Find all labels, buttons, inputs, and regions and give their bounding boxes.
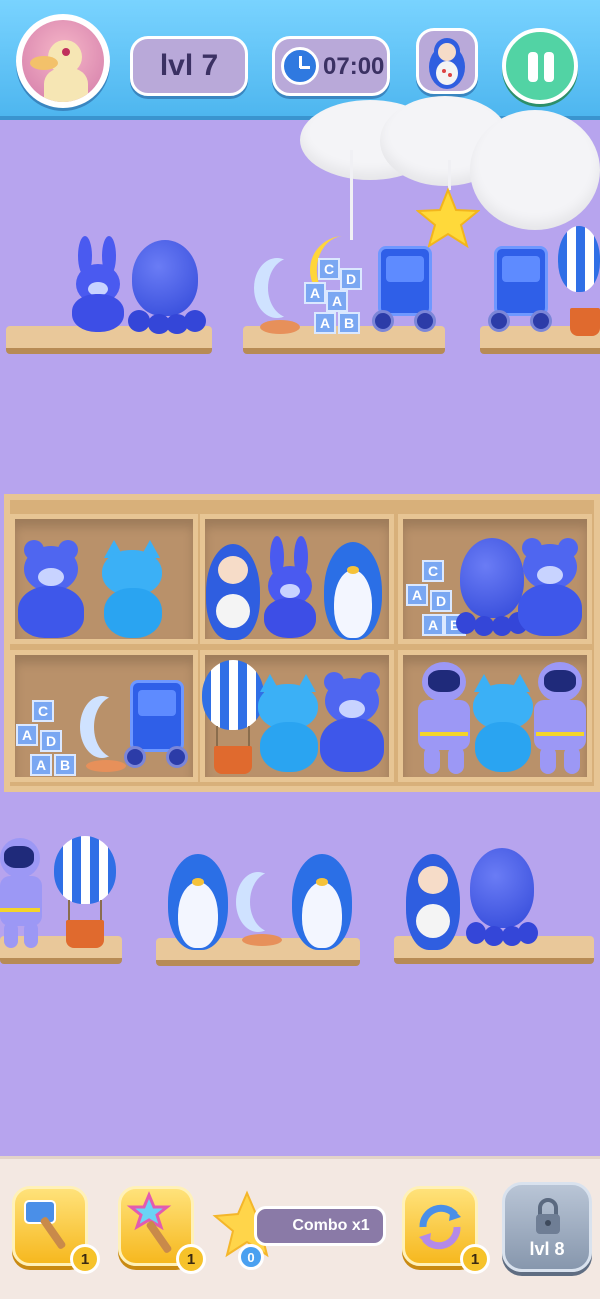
hanging-star-decoration [416, 187, 480, 249]
bunny-toy[interactable] [70, 236, 126, 332]
letter-blocks-toy[interactable]: C A D A B [16, 700, 80, 780]
duck-avatar-icon [22, 20, 104, 102]
toy-cart[interactable] [124, 680, 190, 774]
locked-level-label: lvl 8 [529, 1239, 565, 1259]
matryoshka-doll-toy[interactable] [406, 854, 460, 950]
combo-label: Combo x1 [292, 1217, 370, 1234]
lock-icon [536, 1198, 560, 1234]
astronaut-toy[interactable] [530, 662, 590, 774]
wand-count-badge: 1 [176, 1244, 206, 1274]
hot-air-balloon-toy[interactable] [558, 226, 600, 338]
toy-cart[interactable] [488, 246, 554, 338]
shuffle-count-badge: 1 [460, 1244, 490, 1274]
matryoshka-doll-icon [429, 38, 465, 89]
clock-icon [281, 47, 319, 85]
matryoshka-doll-toy[interactable] [206, 544, 260, 640]
cat-toy[interactable] [256, 674, 322, 774]
teddy-bear-toy[interactable] [18, 540, 84, 640]
combo-count-badge: 0 [238, 1244, 264, 1270]
cat-toy[interactable] [100, 540, 166, 640]
teddy-bear-toy[interactable] [320, 672, 384, 774]
level-indicator: lvl 7 [130, 36, 248, 96]
octopus-toy[interactable] [466, 848, 538, 950]
cat-toy[interactable] [472, 674, 534, 774]
hanging-string [350, 150, 353, 240]
penguin-toy[interactable] [318, 542, 388, 640]
astronaut-toy[interactable] [0, 838, 44, 950]
pause-button[interactable] [502, 28, 578, 104]
player-avatar[interactable] [16, 14, 110, 108]
teddy-bear-toy[interactable] [518, 538, 582, 638]
moon-lamp-toy[interactable] [232, 870, 292, 950]
cloud-decoration [470, 110, 600, 230]
timer: 07:00 [272, 36, 390, 96]
timer-value: 07:00 [323, 53, 385, 80]
bunny-toy[interactable] [262, 536, 318, 640]
penguin-toy[interactable] [162, 854, 234, 950]
combo-meter: Combo x1 [254, 1206, 386, 1246]
hot-air-balloon-toy[interactable] [202, 660, 264, 776]
octopus-toy[interactable] [126, 240, 206, 336]
toy-cart[interactable] [372, 246, 438, 338]
target-item-indicator [416, 28, 478, 94]
top-bar: lvl 7 07:00 [0, 0, 600, 120]
locked-booster-button[interactable]: lvl 8 [502, 1182, 592, 1272]
hammer-count-badge: 1 [70, 1244, 100, 1274]
hot-air-balloon-toy[interactable] [54, 836, 116, 950]
letter-blocks-toy[interactable]: C D A A A B [304, 258, 370, 338]
penguin-toy[interactable] [286, 854, 358, 950]
astronaut-toy[interactable] [414, 662, 474, 774]
